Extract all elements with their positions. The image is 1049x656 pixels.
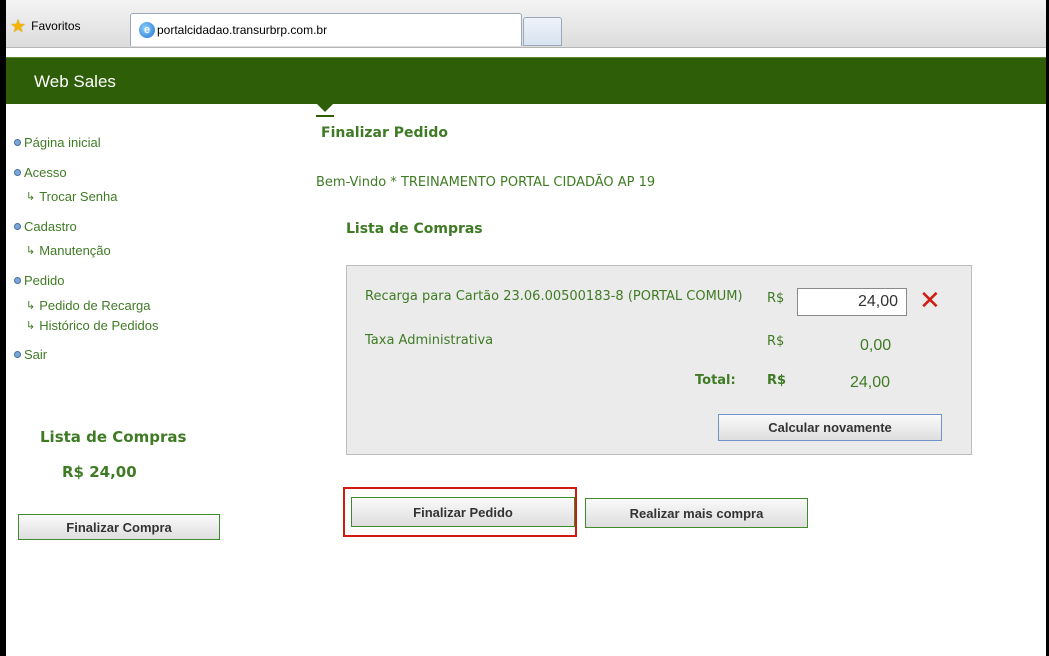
ie-icon: e [139,22,155,38]
sidebar-item-sair[interactable]: Sair [14,347,47,362]
more-purchase-button[interactable]: Realizar mais compra [585,498,808,528]
remove-item-icon[interactable]: ✕ [919,288,941,314]
sidebar-item-acesso[interactable]: Acesso [14,165,67,180]
bullet-icon [14,351,21,358]
sidebar-item-label: Cadastro [24,219,77,234]
total-value: 24,00 [850,374,891,391]
site-header: Web Sales [6,57,1046,104]
shopping-list-title: Lista de Compras [346,221,483,237]
finalize-purchase-button[interactable]: Finalizar Compra [18,514,220,540]
cart-item-currency: R$ [767,334,785,349]
sidebar-item-label: Acesso [24,165,67,180]
sub-arrow-icon: ↳ [26,320,36,332]
admin-fee-value: 0,00 [860,337,892,354]
sidebar-item-cadastro[interactable]: Cadastro [14,219,77,234]
sub-arrow-icon: ↳ [26,245,36,257]
sidebar-subitem-pedido-de-recarga[interactable]: ↳ Pedido de Recarga [26,298,151,313]
total-currency: R$ [767,373,787,388]
sidebar-subitem-label: Histórico de Pedidos [39,318,159,333]
bullet-icon [14,223,21,230]
new-tab-button[interactable] [523,17,562,46]
favorites-label: Favoritos [31,19,81,33]
cart-item-description: Taxa Administrativa [365,333,494,348]
cart-item-description: Recarga para Cartão 23.06.00500183-8 (PO… [365,289,743,304]
cart-item-currency: R$ [767,291,785,306]
sidebar-subitem-trocar-senha[interactable]: ↳ Trocar Senha [26,189,118,204]
sidebar-subitem-label: Manutenção [39,243,111,258]
sidebar-subitem-label: Pedido de Recarga [39,298,151,313]
sidebar-item-pedido[interactable]: Pedido [14,273,64,288]
browser-tab[interactable]: e portalcidadao.transurbrp.com.br [130,13,522,46]
sub-arrow-icon: ↳ [26,191,36,203]
welcome-message: Bem-Vindo * TREINAMENTO PORTAL CIDADÃO A… [316,175,656,190]
favorites-button[interactable]: ★ Favoritos [10,14,81,38]
sidebar-cart-title: Lista de Compras [40,428,187,446]
finalize-order-button[interactable]: Finalizar Pedido [351,497,575,527]
cart-box: Recarga para Cartão 23.06.00500183-8 (PO… [346,265,972,455]
sub-arrow-icon: ↳ [26,300,36,312]
header-pointer-icon [317,104,333,112]
sidebar-item-label: Página inicial [24,135,101,150]
page-title: Finalizar Pedido [321,125,448,141]
site-title: Web Sales [34,72,116,91]
bullet-icon [14,277,21,284]
browser-toolbar: ★ Favoritos e portalcidadao.transurbrp.c… [6,0,1046,48]
sidebar-item-label: Pedido [24,273,65,288]
sidebar-cart-total: R$ 24,00 [62,463,137,481]
sidebar-item-label: Sair [24,347,48,362]
recharge-amount-input[interactable] [797,288,907,316]
sidebar-subitem-manutencao[interactable]: ↳ Manutenção [26,243,111,258]
header-pointer-line [316,115,334,117]
total-label: Total: [695,373,736,388]
sidebar-subitem-label: Trocar Senha [39,189,118,204]
bullet-icon [14,169,21,176]
bullet-icon [14,139,21,146]
recalculate-button[interactable]: Calcular novamente [718,414,942,441]
star-icon: ★ [10,16,27,36]
sidebar-subitem-historico-de-pedidos[interactable]: ↳ Histórico de Pedidos [26,318,158,333]
tab-title: portalcidadao.transurbrp.com.br [157,23,328,37]
sidebar-item-pagina-inicial[interactable]: Página inicial [14,135,101,150]
